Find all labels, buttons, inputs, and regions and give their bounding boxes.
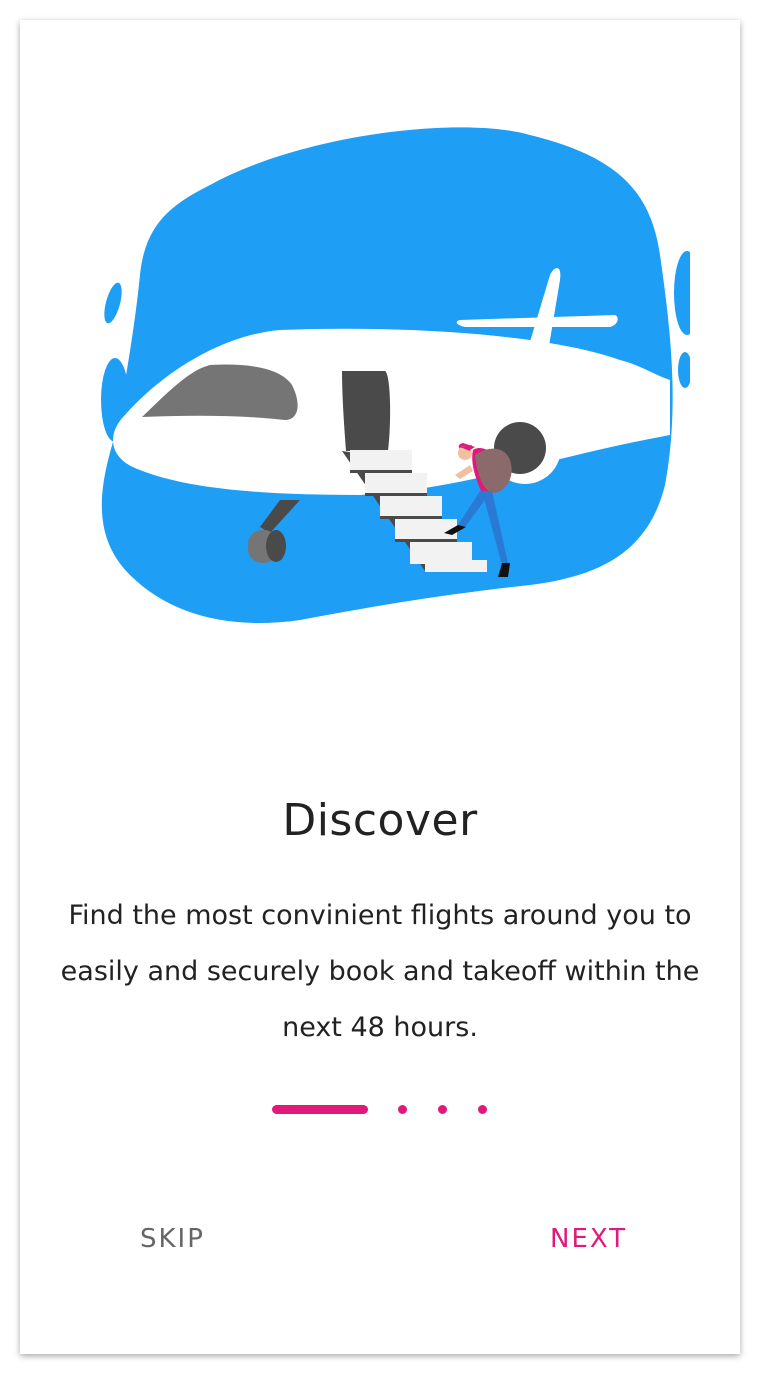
page-indicator [270, 1103, 500, 1117]
next-button[interactable]: NEXT [542, 1220, 635, 1258]
onboarding-description: Find the most convinient flights around … [60, 900, 700, 1043]
skip-button[interactable]: SKIP [132, 1220, 213, 1258]
airplane-boarding-illustration [101, 127, 690, 623]
page-indicator-active[interactable] [272, 1105, 368, 1114]
page-indicator-dot[interactable] [398, 1105, 407, 1114]
onboarding-card: Discover Find the most convinient flight… [20, 20, 740, 1354]
onboarding-title: Discover [282, 795, 478, 846]
page-indicator-dot[interactable] [438, 1105, 447, 1114]
page-indicator-dot[interactable] [478, 1105, 487, 1114]
